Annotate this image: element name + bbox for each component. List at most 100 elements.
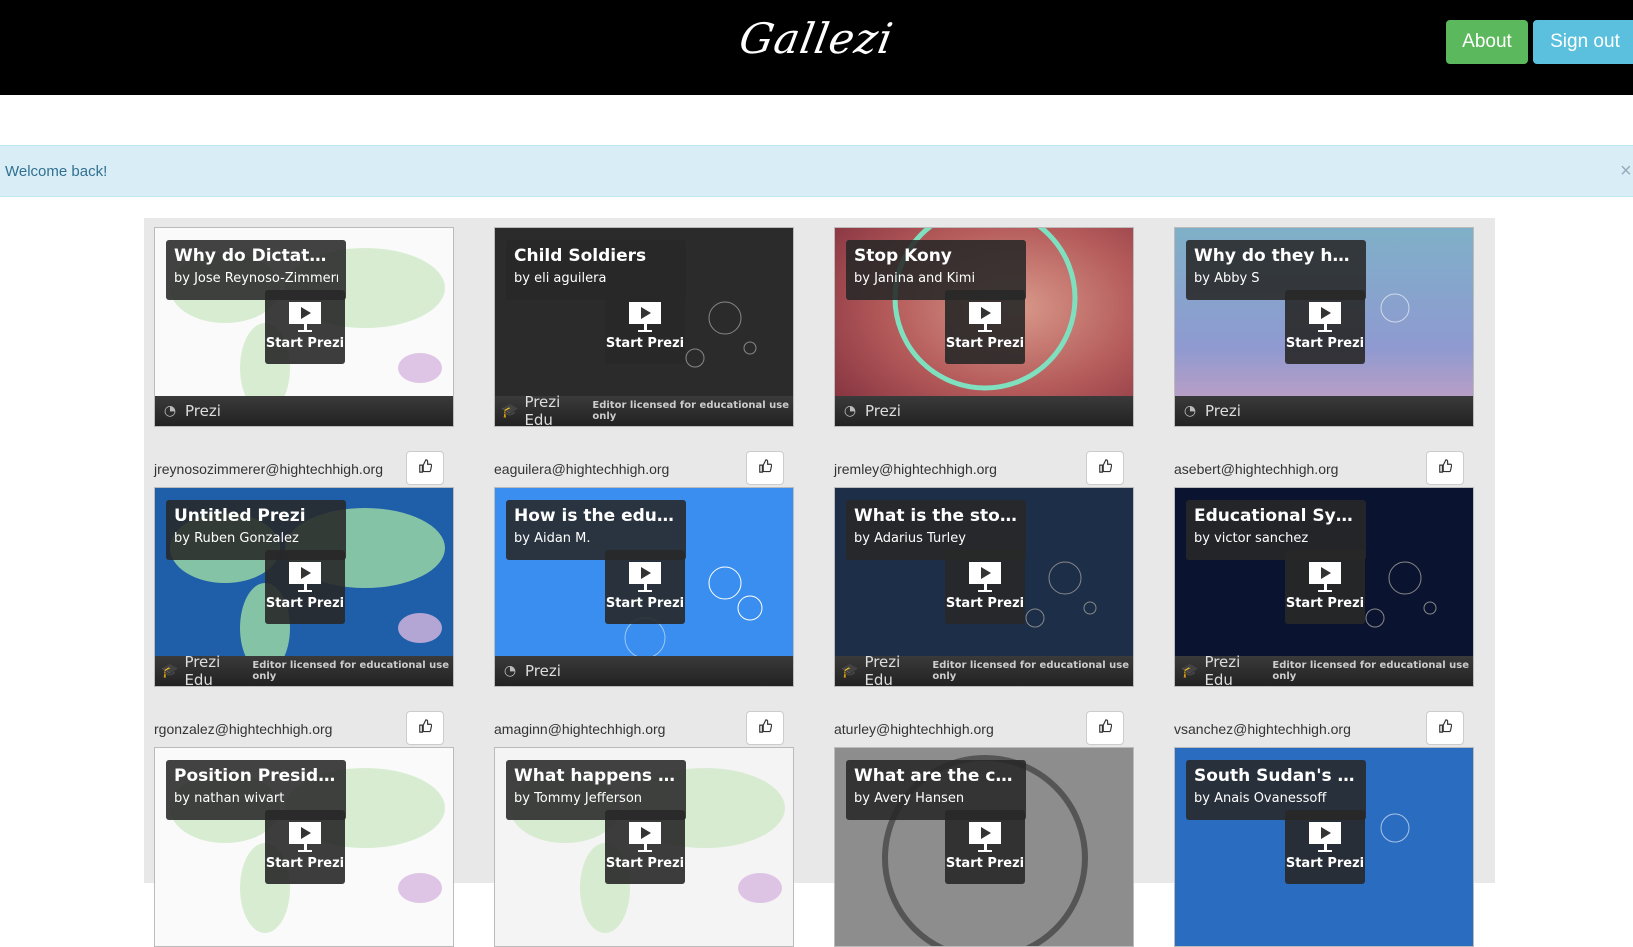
like-button[interactable] bbox=[1086, 711, 1124, 745]
start-prezi-label: Start Prezi bbox=[265, 336, 345, 351]
start-prezi-button[interactable]: Start Prezi bbox=[605, 550, 685, 624]
prezi-author: by eli aguilera bbox=[514, 271, 607, 286]
prezi-title: What is the story b... bbox=[854, 506, 1018, 526]
sign-out-button[interactable]: Sign out bbox=[1533, 20, 1633, 64]
play-screen-icon bbox=[289, 302, 321, 324]
play-screen-icon bbox=[1309, 302, 1341, 324]
prezi-footer: ◔ Prezi bbox=[835, 396, 1133, 426]
prezi-author: by Adarius Turley bbox=[854, 531, 966, 546]
prezi-card: Why do they have ... by Abby S Start Prezi… bbox=[1174, 227, 1474, 489]
prezi-thumbnail[interactable]: Why do Dictators c... by Jose Reynoso-Zim… bbox=[154, 227, 454, 427]
prezi-footer-label: Prezi bbox=[525, 662, 561, 680]
prezi-title: Untitled Prezi bbox=[174, 506, 306, 526]
start-prezi-button[interactable]: Start Prezi bbox=[265, 290, 345, 364]
prezi-footer: 🎓 Prezi Edu Editor licensed for educationa… bbox=[495, 393, 793, 427]
prezi-footer-sub: Editor licensed for educational use only bbox=[592, 400, 789, 422]
prezi-author: by Janina and Kimi bbox=[854, 271, 976, 286]
prezi-footer-sub: Editor licensed for educational use only bbox=[932, 660, 1129, 682]
prezi-card: What happens to c... by Tommy Jefferson St… bbox=[494, 747, 794, 947]
prezi-footer-sub: Editor licensed for educational use only bbox=[252, 660, 449, 682]
prezi-logo-icon: ◔ bbox=[1183, 403, 1197, 419]
start-prezi-label: Start Prezi bbox=[945, 336, 1025, 351]
thumbs-up-icon bbox=[1098, 458, 1113, 478]
prezi-logo-icon: ◔ bbox=[503, 663, 517, 679]
prezi-card: Educational System by victor sanchez Start… bbox=[1174, 487, 1474, 749]
start-prezi-button[interactable]: Start Prezi bbox=[1285, 290, 1365, 364]
thumbs-up-icon bbox=[758, 718, 773, 738]
thumbs-up-icon bbox=[418, 718, 433, 738]
prezi-card: What is the story b... by Adarius Turley S… bbox=[834, 487, 1134, 749]
start-prezi-button[interactable]: Start Prezi bbox=[1285, 810, 1365, 884]
prezi-author: by Tommy Jefferson bbox=[514, 791, 643, 806]
prezi-title: Why do Dictators c... bbox=[174, 246, 338, 266]
prezi-card: Stop Kony by Janina and Kimi Start Prezi ◔ P… bbox=[834, 227, 1134, 489]
prezi-footer-label: Prezi bbox=[1205, 402, 1241, 420]
prezi-title: Position President ... bbox=[174, 766, 338, 786]
thumbs-up-icon bbox=[1098, 718, 1113, 738]
prezi-footer-sub: Editor licensed for educational use only bbox=[1272, 660, 1469, 682]
start-prezi-button[interactable]: Start Prezi bbox=[1285, 550, 1365, 624]
prezi-thumbnail[interactable]: How is the educati... by Aidan M. Start Pr… bbox=[494, 487, 794, 687]
start-prezi-label: Start Prezi bbox=[605, 336, 685, 351]
prezi-thumbnail[interactable]: Child Soldiers by eli aguilera Start Prezi… bbox=[494, 227, 794, 427]
prezi-footer-label: Prezi bbox=[185, 402, 221, 420]
start-prezi-label: Start Prezi bbox=[1285, 596, 1365, 611]
start-prezi-label: Start Prezi bbox=[1285, 336, 1365, 351]
author-email: amaginn@hightechhigh.org bbox=[494, 721, 666, 737]
prezi-title: South Sudan's Curr... bbox=[1194, 766, 1358, 786]
like-button[interactable] bbox=[1426, 711, 1464, 745]
like-button[interactable] bbox=[1086, 451, 1124, 485]
start-prezi-button[interactable]: Start Prezi bbox=[945, 290, 1025, 364]
like-button[interactable] bbox=[406, 451, 444, 485]
start-prezi-button[interactable]: Start Prezi bbox=[605, 290, 685, 364]
like-button[interactable] bbox=[746, 451, 784, 485]
prezi-footer-label: Prezi Edu bbox=[524, 393, 561, 427]
prezi-thumbnail[interactable]: South Sudan's Curr... by Anais Ovanessoff… bbox=[1174, 747, 1474, 947]
prezi-thumbnail[interactable]: Position President ... by nathan wivart St… bbox=[154, 747, 454, 947]
prezi-card: Why do Dictators c... by Jose Reynoso-Zim… bbox=[154, 227, 454, 489]
start-prezi-button[interactable]: Start Prezi bbox=[945, 810, 1025, 884]
like-button[interactable] bbox=[406, 711, 444, 745]
prezi-title: Stop Kony bbox=[854, 246, 952, 266]
like-button[interactable] bbox=[746, 711, 784, 745]
start-prezi-label: Start Prezi bbox=[605, 856, 685, 871]
start-prezi-button[interactable]: Start Prezi bbox=[945, 550, 1025, 624]
thumbs-up-icon bbox=[1438, 458, 1453, 478]
like-button[interactable] bbox=[1426, 451, 1464, 485]
prezi-title: How is the educati... bbox=[514, 506, 678, 526]
prezi-footer: 🎓 Prezi Edu Editor licensed for educationa… bbox=[155, 653, 453, 686]
about-button[interactable]: About bbox=[1446, 20, 1528, 64]
start-prezi-button[interactable]: Start Prezi bbox=[605, 810, 685, 884]
prezi-thumbnail[interactable]: Untitled Prezi by Ruben Gonzalez Start Pre… bbox=[154, 487, 454, 687]
play-screen-icon bbox=[629, 562, 661, 584]
start-prezi-label: Start Prezi bbox=[945, 856, 1025, 871]
brand-logo[interactable]: Gallezi bbox=[0, 14, 1633, 63]
prezi-card: Child Soldiers by eli aguilera Start Prezi… bbox=[494, 227, 794, 489]
play-screen-icon bbox=[969, 822, 1001, 844]
prezi-author: by Anais Ovanessoff bbox=[1194, 791, 1327, 806]
prezi-thumbnail[interactable]: Educational System by victor sanchez Start… bbox=[1174, 487, 1474, 687]
prezi-logo-icon: 🎓 bbox=[841, 663, 859, 679]
prezi-thumbnail[interactable]: What are the curre... by Avery Hansen Star… bbox=[834, 747, 1134, 947]
prezi-thumbnail[interactable]: Stop Kony by Janina and Kimi Start Prezi ◔ P… bbox=[834, 227, 1134, 427]
prezi-thumbnail[interactable]: What happens to c... by Tommy Jefferson St… bbox=[494, 747, 794, 947]
prezi-title: What happens to c... bbox=[514, 766, 678, 786]
prezi-footer: ◔ Prezi bbox=[1175, 396, 1473, 426]
prezi-thumbnail[interactable]: Why do they have ... by Abby S Start Prezi… bbox=[1174, 227, 1474, 427]
prezi-footer-label: Prezi Edu bbox=[1204, 653, 1241, 687]
prezi-author: by Aidan M. bbox=[514, 531, 591, 546]
prezi-footer: 🎓 Prezi Edu Editor licensed for educationa… bbox=[1175, 653, 1473, 687]
navbar: Gallezi About Sign out bbox=[0, 0, 1633, 95]
play-screen-icon bbox=[969, 302, 1001, 324]
prezi-footer: ◔ Prezi bbox=[155, 396, 453, 426]
prezi-author: by nathan wivart bbox=[174, 791, 285, 806]
start-prezi-button[interactable]: Start Prezi bbox=[265, 550, 345, 624]
start-prezi-label: Start Prezi bbox=[265, 596, 345, 611]
author-email: jreynosozimmerer@hightechhigh.org bbox=[154, 461, 383, 477]
prezi-title: What are the curre... bbox=[854, 766, 1018, 786]
prezi-card: How is the educati... by Aidan M. Start Pr… bbox=[494, 487, 794, 749]
prezi-thumbnail[interactable]: What is the story b... by Adarius Turley S… bbox=[834, 487, 1134, 687]
prezi-author: by victor sanchez bbox=[1194, 531, 1309, 546]
start-prezi-button[interactable]: Start Prezi bbox=[265, 810, 345, 884]
close-icon[interactable]: × bbox=[1620, 160, 1632, 183]
